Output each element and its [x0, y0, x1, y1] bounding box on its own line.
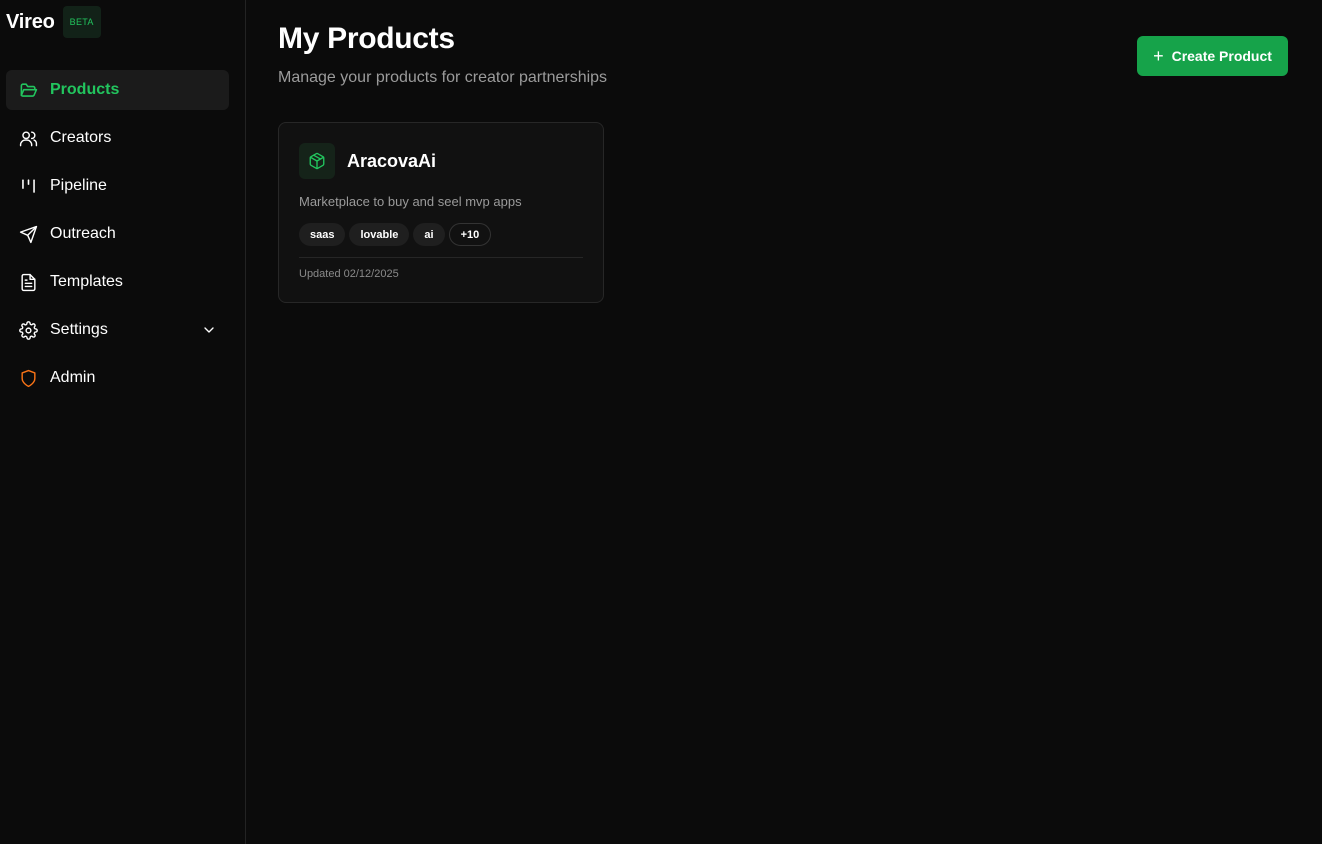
- product-description: Marketplace to buy and seel mvp apps: [299, 194, 522, 209]
- file-text-icon: [18, 272, 38, 292]
- sidebar-item-outreach[interactable]: Outreach: [6, 214, 229, 254]
- tag-chip: ai: [413, 223, 445, 246]
- tag-chip: lovable: [349, 223, 410, 246]
- beta-badge: BETA: [62, 6, 101, 38]
- product-tags: saas lovable ai +10: [299, 223, 492, 246]
- page-subtitle: Manage your products for creator partner…: [278, 69, 608, 86]
- product-card[interactable]: AracovaAi Marketplace to buy and seel mv…: [278, 122, 604, 303]
- folder-open-icon: [18, 80, 38, 100]
- create-product-button[interactable]: + Create Product: [1137, 36, 1288, 76]
- package-icon: [299, 143, 335, 179]
- page-title: My Products: [278, 22, 455, 55]
- tag-chip: saas: [299, 223, 346, 246]
- sidebar-item-label: Settings: [50, 321, 108, 338]
- kanban-icon: [18, 176, 38, 196]
- gear-icon: [18, 320, 38, 340]
- sidebar-item-templates[interactable]: Templates: [6, 262, 229, 302]
- sidebar-item-admin[interactable]: Admin: [6, 358, 229, 398]
- product-updated-date: Updated 02/12/2025: [299, 268, 399, 280]
- product-name: AracovaAi: [347, 151, 437, 171]
- send-icon: [18, 224, 38, 244]
- sidebar-item-products[interactable]: Products: [6, 70, 229, 110]
- sidebar-item-label: Templates: [50, 273, 123, 290]
- sidebar: Vireo BETA Products Creators Pipeline Ou…: [0, 0, 246, 844]
- plus-icon: +: [1153, 46, 1164, 66]
- main-content: My Products Manage your products for cre…: [247, 0, 1322, 844]
- app-root: Vireo BETA Products Creators Pipeline Ou…: [0, 0, 1322, 844]
- sidebar-item-label: Pipeline: [50, 177, 107, 194]
- sidebar-item-label: Creators: [50, 129, 112, 146]
- sidebar-item-settings[interactable]: Settings: [6, 310, 229, 350]
- sidebar-item-pipeline[interactable]: Pipeline: [6, 166, 229, 206]
- shield-icon: [18, 368, 38, 388]
- sidebar-item-label: Outreach: [50, 225, 116, 242]
- users-icon: [18, 128, 38, 148]
- sidebar-item-creators[interactable]: Creators: [6, 118, 229, 158]
- brand-name: Vireo: [6, 10, 55, 33]
- create-product-label: Create Product: [1171, 48, 1272, 64]
- brand[interactable]: Vireo BETA: [6, 6, 101, 38]
- more-tags-chip: +10: [448, 223, 492, 246]
- card-divider: [299, 257, 583, 258]
- sidebar-nav: Products Creators Pipeline Outreach Temp…: [6, 70, 229, 406]
- sidebar-item-label: Products: [50, 81, 120, 98]
- chevron-down-icon[interactable]: [201, 322, 217, 338]
- sidebar-item-label: Admin: [50, 369, 96, 386]
